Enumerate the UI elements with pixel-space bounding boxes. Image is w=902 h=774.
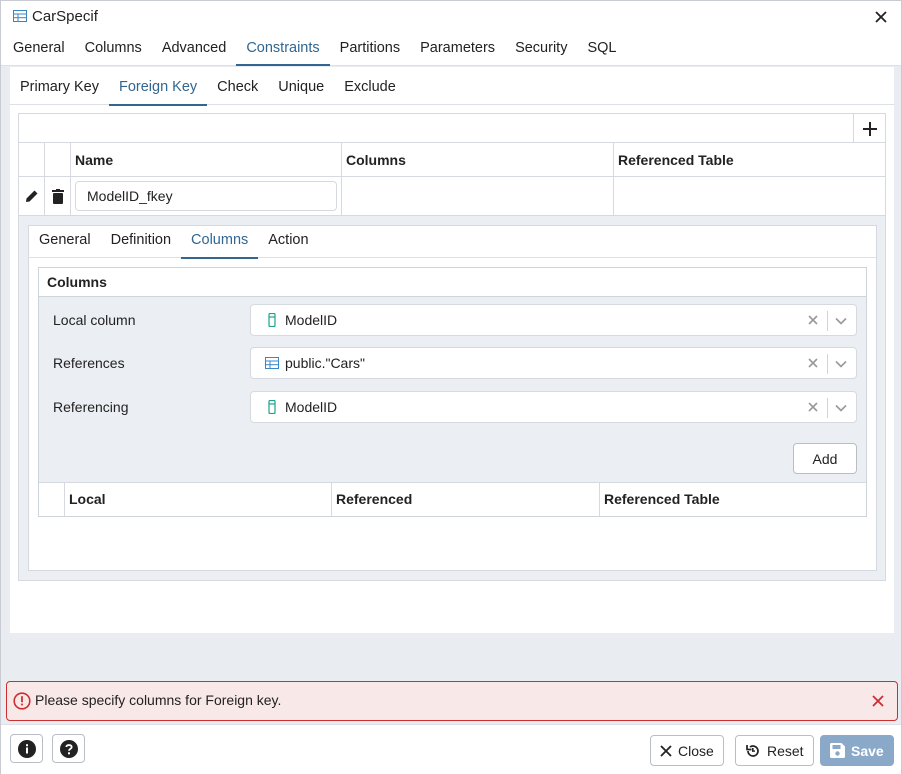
- header-referenced: Referenced: [332, 483, 600, 516]
- tab-partitions[interactable]: Partitions: [330, 34, 410, 64]
- tab-parameters[interactable]: Parameters: [410, 34, 505, 64]
- referencing-value: ModelID: [285, 399, 338, 415]
- table-properties-dialog: CarSpecif General Columns Advanced Const…: [0, 0, 902, 774]
- tab-unique[interactable]: Unique: [268, 73, 334, 104]
- tab-primary-key[interactable]: Primary Key: [10, 73, 109, 104]
- info-icon: [17, 739, 36, 758]
- header-delete-col: [45, 143, 71, 176]
- table-icon: [13, 10, 27, 22]
- error-icon: [13, 692, 31, 710]
- references-label: References: [53, 355, 125, 371]
- reset-icon: [746, 744, 759, 757]
- column-icon: [268, 400, 276, 414]
- grid-header: Name Columns Referenced Table: [19, 143, 885, 177]
- header-referenced-table: Referenced Table: [618, 152, 734, 168]
- info-button[interactable]: [10, 734, 43, 763]
- save-icon: [830, 743, 845, 758]
- tab-fk-general[interactable]: General: [29, 226, 101, 257]
- edit-row-button[interactable]: [19, 177, 45, 215]
- delete-row-button[interactable]: [45, 177, 71, 215]
- tab-constraints[interactable]: Constraints: [236, 34, 331, 66]
- add-column-button[interactable]: Add: [793, 443, 857, 474]
- constraints-panel: Primary Key Foreign Key Check Unique Exc…: [10, 67, 894, 633]
- references-row: References public."Cars": [39, 347, 866, 379]
- foreign-key-panel: Name Columns Referenced Table ModelID_fk…: [18, 113, 886, 581]
- plus-icon: [862, 121, 877, 136]
- header-edit-col: [19, 143, 45, 176]
- close-button[interactable]: Close: [650, 735, 724, 766]
- tab-fk-definition[interactable]: Definition: [101, 226, 181, 257]
- tab-exclude[interactable]: Exclude: [334, 73, 406, 104]
- header-local: Local: [65, 483, 332, 516]
- chevron-down-icon[interactable]: [834, 401, 848, 415]
- local-column-select[interactable]: ModelID: [250, 304, 857, 336]
- header-columns: Columns: [342, 143, 614, 176]
- clear-icon[interactable]: [806, 356, 820, 370]
- trash-icon: [51, 188, 64, 204]
- local-column-value: ModelID: [285, 312, 338, 328]
- close-button-label: Close: [678, 742, 714, 759]
- chevron-down-icon[interactable]: [834, 357, 848, 371]
- constraint-type-tabs: Primary Key Foreign Key Check Unique Exc…: [10, 73, 894, 106]
- header-referenced-table: Referenced Table: [604, 491, 720, 507]
- add-row-button[interactable]: [853, 114, 885, 143]
- table-icon: [265, 357, 279, 369]
- select-divider: [827, 311, 828, 331]
- constraint-name-input[interactable]: ModelID_fkey: [75, 181, 337, 211]
- chevron-down-icon[interactable]: [834, 314, 848, 328]
- close-icon[interactable]: [871, 694, 885, 708]
- row-columns-cell: [342, 177, 614, 215]
- referencing-row: Referencing ModelID: [39, 391, 866, 423]
- reset-button-label: Reset: [767, 742, 804, 759]
- select-divider: [827, 398, 828, 418]
- tab-foreign-key[interactable]: Foreign Key: [108, 73, 208, 106]
- local-column-row: Local column ModelID: [39, 304, 866, 336]
- close-icon: [660, 744, 672, 757]
- close-icon[interactable]: [873, 9, 889, 25]
- error-message: Please specify columns for Foreign key.: [35, 692, 282, 708]
- tab-general[interactable]: General: [3, 34, 75, 64]
- detail-tabs: General Definition Columns Action: [29, 226, 876, 259]
- header-delete-col: [39, 483, 65, 516]
- tab-check[interactable]: Check: [207, 73, 268, 104]
- tab-columns[interactable]: Columns: [75, 34, 152, 64]
- tab-sql[interactable]: SQL: [577, 34, 626, 64]
- column-icon: [268, 313, 276, 327]
- tab-fk-columns[interactable]: Columns: [181, 226, 259, 259]
- referencing-select[interactable]: ModelID: [250, 391, 857, 423]
- select-divider: [827, 354, 828, 374]
- clear-icon[interactable]: [806, 400, 820, 414]
- clear-icon[interactable]: [806, 313, 820, 327]
- main-tabs: General Columns Advanced Constraints Par…: [1, 34, 901, 66]
- references-value: public."Cars": [285, 355, 365, 371]
- header-name: Name: [71, 143, 342, 176]
- help-button[interactable]: [52, 734, 85, 763]
- table-row: ModelID_fkey: [19, 177, 885, 216]
- help-icon: [59, 739, 78, 758]
- referencing-label: Referencing: [53, 399, 129, 415]
- reset-button[interactable]: Reset: [735, 735, 814, 766]
- save-button[interactable]: Save: [820, 735, 894, 766]
- title-bar: CarSpecif: [1, 1, 901, 34]
- references-select[interactable]: public."Cars": [250, 347, 857, 379]
- tab-security[interactable]: Security: [505, 34, 577, 64]
- columns-section: Columns Local column ModelID References …: [38, 267, 867, 517]
- local-column-label: Local column: [53, 312, 136, 328]
- save-button-label: Save: [851, 742, 884, 759]
- error-banner: Please specify columns for Foreign key.: [6, 681, 898, 721]
- columns-table-header: Local Referenced Referenced Table: [39, 482, 866, 516]
- pencil-icon: [25, 190, 37, 202]
- dialog-footer: Close Reset Save: [1, 724, 901, 774]
- columns-section-title: Columns: [39, 268, 866, 297]
- grid-toolbar: [19, 114, 885, 143]
- dialog-title: CarSpecif: [32, 8, 98, 25]
- tab-fk-action[interactable]: Action: [258, 226, 318, 257]
- foreign-key-grid: Name Columns Referenced Table ModelID_fk…: [19, 114, 885, 216]
- foreign-key-detail: General Definition Columns Action Column…: [28, 225, 877, 571]
- row-referenced-table-cell: [614, 177, 885, 215]
- tab-advanced[interactable]: Advanced: [152, 34, 237, 64]
